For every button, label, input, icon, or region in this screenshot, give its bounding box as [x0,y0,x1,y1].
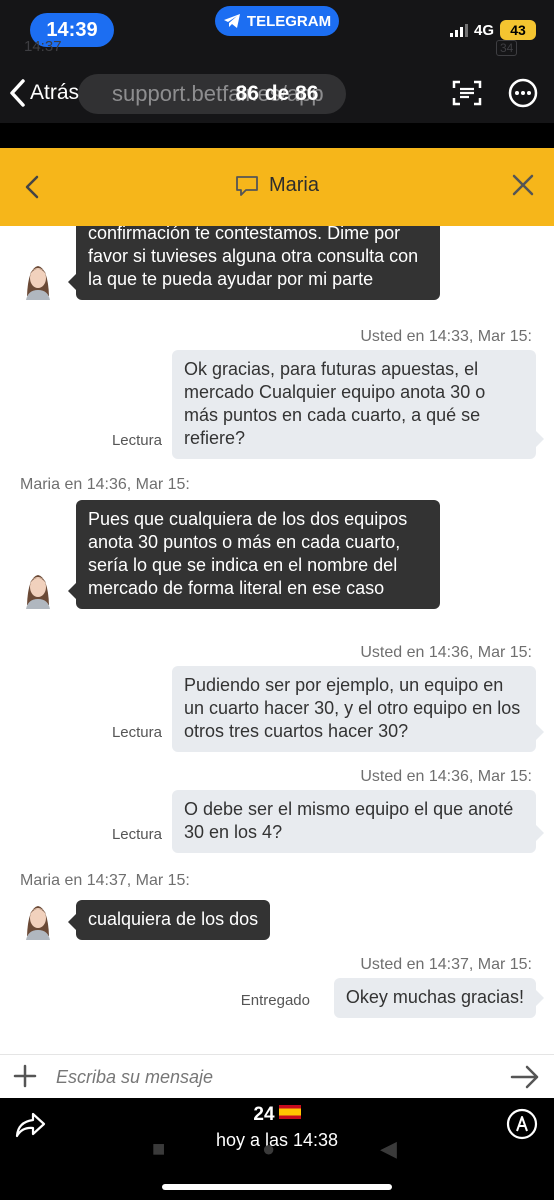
underlay-triangle-icon: ◀ [380,1136,397,1161]
underlay-battery: 34 [496,40,518,56]
underlay-square-icon: ■ [152,1136,166,1161]
agent-bubble: confirmación te contestamos. Dime por fa… [68,226,440,300]
agent-message: cualquiera de los dos [18,900,271,940]
message-meta: Maria en 14:36, Mar 15: [20,476,190,493]
message-meta: Maria en 14:37, Mar 15: [20,872,190,889]
agent-name: Maria [268,174,319,196]
user-bubble: O debe ser el mismo equipo el que anoté … [172,790,544,853]
network-label: 4G [473,21,494,39]
viewer-nav-bar: support.betfair.es/app Atrás 86 de 86 [0,70,554,120]
user-bubble: Pudiendo ser por ejemplo, un equipo en u… [172,666,544,752]
agent-message: Pues que cualquiera de los dos equipos a… [18,500,440,609]
agent-avatar [26,266,50,300]
agent-bubble: Pues que cualquiera de los dos equipos a… [68,500,440,609]
read-receipt: Lectura [111,724,162,741]
telegram-icon [223,14,240,28]
viewer-top-area: 14:39 14:37 TELEGRAM 4G 43 34 support.be… [0,0,554,123]
message-meta: Usted en 14:33, Mar 15: [360,328,532,345]
chat-widget: Maria confirmación te contestamos. Dime … [0,148,554,1098]
attach-plus-icon[interactable] [12,1063,38,1089]
message-input[interactable] [56,1061,476,1093]
viewer-bottom-bar: 24 hoy a las 14:38 ■ ● ◀ [0,1098,554,1200]
chat-header: Maria [0,148,554,226]
markup-pen-icon[interactable] [506,1108,538,1140]
battery-icon: 43 [500,20,536,40]
user-bubble: Okey muchas gracias! [333,978,545,1018]
telegram-notification-pill[interactable]: TELEGRAM [215,6,339,36]
read-receipt: Lectura [111,826,162,843]
agent-avatar [26,906,50,940]
spain-flag-icon [278,1105,301,1119]
signal-icon [449,23,468,37]
delivered-receipt: Entregado [240,992,310,1009]
message-meta: Usted en 14:36, Mar 15: [360,768,532,785]
status-bar: 14:39 14:37 TELEGRAM 4G 43 34 [0,0,554,56]
message-meta: Usted en 14:36, Mar 15: [360,644,532,661]
message-meta: Usted en 14:37, Mar 15: [360,956,532,973]
more-options-icon[interactable] [506,76,540,110]
chat-title: Maria [0,174,554,197]
caption-date: hoy a las 14:38 [215,1130,339,1150]
agent-avatar [26,575,50,609]
send-arrow-icon[interactable] [510,1064,540,1090]
agent-message: confirmación te contestamos. Dime por fa… [18,226,440,300]
agent-bubble: cualquiera de los dos [67,900,271,940]
back-label: Atrás [30,81,80,104]
user-bubble: Ok gracias, para futuras apuestas, el me… [172,350,544,459]
notification-app-label: TELEGRAM [246,12,332,30]
close-icon[interactable] [508,170,538,200]
read-receipt: Lectura [111,432,162,449]
message-list[interactable]: confirmación te contestamos. Dime por fa… [0,226,554,1054]
scan-text-icon[interactable] [450,76,484,110]
chat-bubble-icon [236,175,258,196]
message-composer [0,1054,554,1098]
underlay-url-bar: support.betfair.es/app [78,74,346,114]
underlay-circle-icon: ● [262,1136,276,1161]
image-caption: 24 hoy a las 14:38 [0,1104,554,1151]
underlay-time: 14:37 [24,38,62,55]
viewer-actions [450,76,540,110]
caption-count: 24 [253,1104,275,1125]
right-status-group: 4G 43 [449,20,536,40]
chevron-left-icon [10,79,25,107]
home-indicator[interactable] [162,1184,392,1190]
back-button[interactable]: Atrás [8,78,79,108]
